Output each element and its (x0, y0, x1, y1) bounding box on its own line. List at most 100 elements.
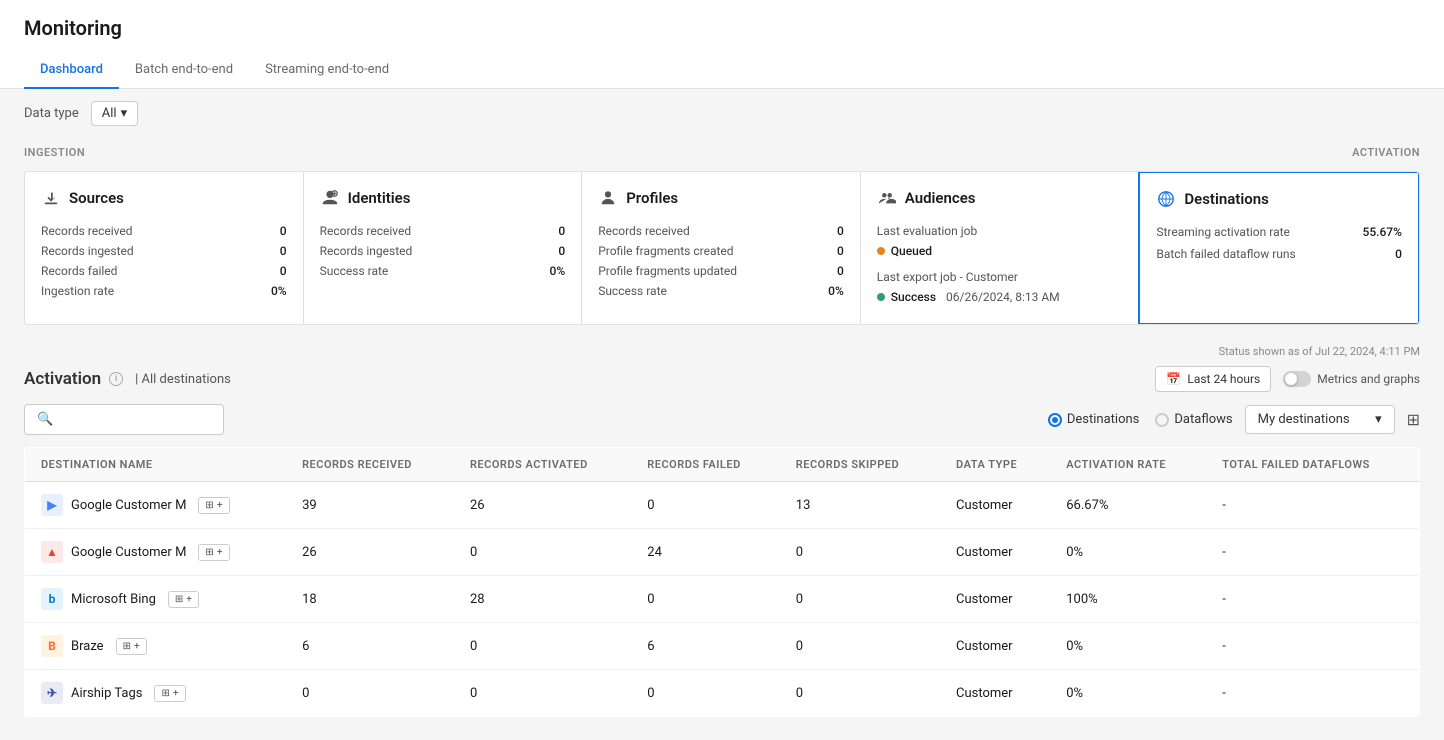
dest-name-cell: ▲ Google Customer M ⊞ + (41, 541, 270, 563)
records-failed: 0 (631, 576, 779, 623)
success-status-dot (877, 293, 885, 301)
destinations-radio-dot[interactable] (1048, 413, 1062, 427)
sources-ingested-label: Records ingested (41, 244, 134, 258)
col-records-skipped: RECORDS SKIPPED (780, 448, 940, 482)
identities-rate-label: Success rate (320, 264, 389, 278)
radio-dataflows[interactable]: Dataflows (1155, 412, 1232, 427)
profiles-card[interactable]: Profiles Records received 0 Profile frag… (582, 172, 861, 324)
activation-title: Activation (24, 369, 101, 389)
profiles-fragments-updated-value: 0 (837, 264, 844, 278)
table-row[interactable]: ▲ Google Customer M ⊞ + 26 0 24 0 Custom… (25, 529, 1420, 576)
records-failed: 6 (631, 623, 779, 670)
data-type-dropdown[interactable]: All ▾ (91, 101, 138, 126)
data-type: Customer (940, 482, 1050, 529)
profiles-title: Profiles (626, 189, 678, 207)
last-hours-label: Last 24 hours (1187, 372, 1260, 386)
dest-name-cell: b Microsoft Bing ⊞ + (41, 588, 270, 610)
queued-status-dot (877, 247, 885, 255)
plus-icon: + (217, 547, 223, 558)
total-failed-dataflows: - (1206, 576, 1419, 623)
data-type-value: All (102, 106, 117, 121)
sources-card[interactable]: Sources Records received 0 Records inges… (25, 172, 304, 324)
total-failed-dataflows: - (1206, 482, 1419, 529)
info-icon[interactable]: i (109, 372, 123, 386)
identities-card[interactable]: Identities Records received 0 Records in… (304, 172, 583, 324)
records-activated: 28 (454, 576, 631, 623)
records-activated: 0 (454, 529, 631, 576)
batch-failed-label: Batch failed dataflow runs (1156, 247, 1295, 261)
queued-status-text: Queued (891, 244, 932, 258)
col-activation-rate: ACTIVATION RATE (1050, 448, 1206, 482)
profiles-icon (598, 188, 618, 208)
all-destinations-link[interactable]: | All destinations (135, 372, 231, 387)
dataflows-radio-label: Dataflows (1174, 412, 1232, 427)
plus-icon: + (217, 500, 223, 511)
activation-rate: 66.67% (1050, 482, 1206, 529)
filter-icon-button[interactable]: ⊞ + (168, 591, 199, 608)
tab-dashboard[interactable]: Dashboard (24, 52, 119, 89)
records-received: 26 (286, 529, 454, 576)
records-skipped: 0 (780, 670, 940, 717)
filter-icon: ⊞ (205, 500, 213, 511)
tab-bar: Dashboard Batch end-to-end Streaming end… (24, 52, 1420, 88)
records-received: 6 (286, 623, 454, 670)
records-failed: 24 (631, 529, 779, 576)
search-box[interactable]: 🔍 (24, 404, 224, 435)
audiences-eval-label: Last evaluation job (877, 224, 1123, 238)
col-records-received: RECORDS RECEIVED (286, 448, 454, 482)
toggle-switch[interactable] (1283, 371, 1311, 387)
tab-batch[interactable]: Batch end-to-end (119, 52, 249, 89)
table-row[interactable]: b Microsoft Bing ⊞ + 18 28 0 0 Customer … (25, 576, 1420, 623)
success-status-text: Success (891, 290, 936, 304)
chevron-down-icon: ▾ (1375, 412, 1382, 427)
dest-logo: ▶ (41, 494, 63, 516)
identities-received-label: Records received (320, 224, 412, 238)
data-type-label: Data type (24, 106, 79, 121)
identities-icon (320, 188, 340, 208)
data-type: Customer (940, 576, 1050, 623)
toolbar: Data type All ▾ (0, 89, 1444, 138)
radio-destinations[interactable]: Destinations (1048, 412, 1140, 427)
audiences-export-label: Last export job - Customer (877, 270, 1123, 284)
my-destinations-value: My destinations (1258, 412, 1350, 427)
activation-rate: 0% (1050, 670, 1206, 717)
audiences-card[interactable]: Audiences Last evaluation job Queued Las… (861, 172, 1140, 324)
profiles-fragments-created-label: Profile fragments created (598, 244, 733, 258)
metrics-toggle[interactable]: Metrics and graphs (1283, 371, 1420, 387)
columns-icon[interactable]: ⊞ (1407, 410, 1420, 429)
table-row[interactable]: ✈ Airship Tags ⊞ + 0 0 0 0 Customer 0% - (25, 670, 1420, 717)
my-destinations-dropdown[interactable]: My destinations ▾ (1245, 405, 1395, 434)
dest-name: Microsoft Bing (71, 592, 156, 607)
dest-logo: ✈ (41, 682, 63, 704)
records-activated: 26 (454, 482, 631, 529)
destinations-card[interactable]: Destinations Streaming activation rate 5… (1138, 171, 1420, 325)
filter-icon-button[interactable]: ⊞ + (116, 638, 147, 655)
col-destination-name: DESTINATION NAME (25, 448, 287, 482)
filter-icon-button[interactable]: ⊞ + (198, 497, 229, 514)
records-skipped: 0 (780, 576, 940, 623)
plus-icon: + (186, 594, 192, 605)
filter-icon-button[interactable]: ⊞ + (198, 544, 229, 561)
status-footer: Status shown as of Jul 22, 2024, 4:11 PM (0, 341, 1444, 366)
dataflows-radio-dot[interactable] (1155, 413, 1169, 427)
records-failed: 0 (631, 482, 779, 529)
filter-icon-button[interactable]: ⊞ + (154, 685, 185, 702)
table-row[interactable]: B Braze ⊞ + 6 0 6 0 Customer 0% - (25, 623, 1420, 670)
dest-name: Airship Tags (71, 686, 142, 701)
ingestion-label: INGESTION (24, 146, 85, 159)
dest-logo: B (41, 635, 63, 657)
last-24-hours-button[interactable]: 📅 Last 24 hours (1155, 366, 1271, 392)
tab-streaming[interactable]: Streaming end-to-end (249, 52, 405, 89)
sources-icon (41, 188, 61, 208)
search-input[interactable] (61, 412, 211, 427)
identities-title: Identities (348, 189, 411, 207)
table-row[interactable]: ▶ Google Customer M ⊞ + 39 26 0 13 Custo… (25, 482, 1420, 529)
destinations-table: DESTINATION NAME RECORDS RECEIVED RECORD… (24, 447, 1420, 717)
identities-received-value: 0 (558, 224, 565, 238)
dest-name-cell: ▶ Google Customer M ⊞ + (41, 494, 270, 516)
identities-ingested-label: Records ingested (320, 244, 413, 258)
total-failed-dataflows: - (1206, 529, 1419, 576)
dest-name-cell: ✈ Airship Tags ⊞ + (41, 682, 270, 704)
page-title: Monitoring (24, 16, 1420, 40)
chevron-down-icon: ▾ (121, 106, 128, 121)
